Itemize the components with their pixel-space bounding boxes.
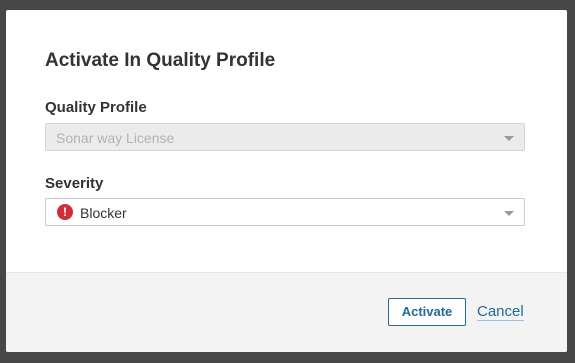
quality-profile-select: Sonar way License bbox=[45, 123, 525, 151]
chevron-down-icon[interactable] bbox=[504, 211, 514, 216]
activate-quality-profile-dialog: Activate In Quality Profile Quality Prof… bbox=[6, 10, 567, 352]
dialog-title: Activate In Quality Profile bbox=[45, 50, 276, 71]
severity-value: Blocker bbox=[80, 205, 127, 221]
blocker-severity-icon: ! bbox=[57, 204, 73, 220]
chevron-down-icon bbox=[504, 136, 514, 141]
severity-select[interactable]: ! Blocker bbox=[45, 198, 525, 226]
quality-profile-label: Quality Profile bbox=[45, 99, 147, 116]
severity-label: Severity bbox=[45, 175, 104, 192]
activate-button[interactable]: Activate bbox=[388, 298, 466, 326]
quality-profile-value: Sonar way License bbox=[56, 130, 175, 146]
cancel-link[interactable]: Cancel bbox=[477, 304, 524, 321]
